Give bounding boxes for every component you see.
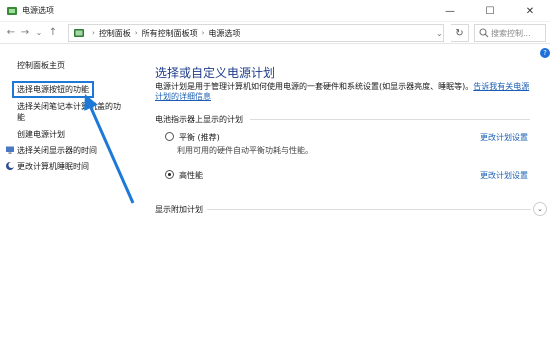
section-label-battery-plans: 电池指示器上显示的计划 <box>155 115 243 124</box>
sidebar-item-sleep-time[interactable]: 更改计算机睡眠时间 <box>5 161 89 172</box>
search-placeholder: 搜索控制... <box>491 28 531 38</box>
plan-balanced[interactable]: 平衡 (推荐) 利用可用的硬件自动平衡功耗与性能。 <box>165 132 313 155</box>
main-content: 选择或自定义电源计划 电源计划是用于管理计算机如何使用电源的一套硬件和系统设置(… <box>155 44 550 349</box>
sidebar-item-power-button-function[interactable]: 选择电源按钮的功能 <box>12 81 94 98</box>
plan-description: 利用可用的硬件自动平衡功耗与性能。 <box>177 146 313 155</box>
breadcrumb-separator: › <box>201 29 205 37</box>
recent-locations-button[interactable]: ⌄ <box>32 24 46 42</box>
expand-additional-plans-button[interactable]: ⌄ <box>533 202 547 216</box>
section-divider <box>250 119 530 120</box>
minimize-button[interactable]: — <box>430 0 470 22</box>
sidebar-item-lid-close-function-cont[interactable]: 能 <box>17 112 25 123</box>
power-options-app-icon <box>7 6 17 15</box>
control-panel-icon <box>74 29 84 37</box>
breadcrumb-power-options[interactable]: 电源选项 <box>208 28 240 39</box>
show-additional-plans-label[interactable]: 显示附加计划 <box>155 204 203 215</box>
address-bar-row: ← → ⌄ ↑ › 控制面板 › 所有控制面板项 › 电源选项 ⌄ ↻ 搜索控制… <box>0 22 550 44</box>
sidebar-item-lid-close-function[interactable]: 选择关闭笔记本计算机盖的功 <box>17 101 121 112</box>
forward-button[interactable]: → <box>18 24 32 42</box>
sidebar-item-display-off-time[interactable]: 选择关闭显示器的时间 <box>5 145 97 156</box>
up-button[interactable]: ↑ <box>46 24 60 42</box>
address-dropdown-icon[interactable]: ⌄ <box>436 24 446 42</box>
breadcrumb-control-panel[interactable]: 控制面板 <box>99 28 131 39</box>
breadcrumb-separator: › <box>92 29 95 37</box>
title-bar: 电源选项 — ☐ ✕ <box>0 0 550 22</box>
plan-name: 高性能 <box>179 171 203 180</box>
sidebar-item-control-panel-home[interactable]: 控制面板主页 <box>17 60 65 71</box>
sleep-moon-icon <box>6 162 15 170</box>
address-bar[interactable]: › 控制面板 › 所有控制面板项 › 电源选项 <box>68 24 444 42</box>
description-text: 电源计划是用于管理计算机如何使用电源的一套硬件和系统设置(如显示器亮度、睡眠等)… <box>155 82 474 91</box>
page-title: 选择或自定义电源计划 <box>155 66 276 80</box>
page-description: 电源计划是用于管理计算机如何使用电源的一套硬件和系统设置(如显示器亮度、睡眠等)… <box>155 82 535 102</box>
search-icon <box>479 28 489 38</box>
plan-name: 平衡 (推荐) <box>179 133 220 142</box>
sidebar: 控制面板主页 选择电源按钮的功能 选择关闭笔记本计算机盖的功 能 创建电源计划 … <box>0 44 140 349</box>
sidebar-item-label: 选择关闭显示器的时间 <box>17 146 97 155</box>
plan-balanced-radio[interactable] <box>165 132 174 141</box>
plan-high-performance-radio[interactable] <box>165 170 174 179</box>
close-button[interactable]: ✕ <box>510 0 550 22</box>
section-divider <box>207 209 531 210</box>
sidebar-item-label: 更改计算机睡眠时间 <box>17 162 89 171</box>
window-controls: — ☐ ✕ <box>430 0 550 22</box>
change-plan-settings-link-high-performance[interactable]: 更改计划设置 <box>480 170 528 181</box>
search-input[interactable]: 搜索控制... <box>474 24 546 42</box>
display-icon <box>6 146 14 154</box>
breadcrumb-all-items[interactable]: 所有控制面板项 <box>142 28 198 39</box>
change-plan-settings-link-balanced[interactable]: 更改计划设置 <box>480 132 528 143</box>
sidebar-item-create-power-plan[interactable]: 创建电源计划 <box>17 129 65 140</box>
back-button[interactable]: ← <box>4 24 18 42</box>
plan-high-performance[interactable]: 高性能 <box>165 170 203 181</box>
maximize-button[interactable]: ☐ <box>470 0 510 22</box>
breadcrumb-separator: › <box>134 29 138 37</box>
refresh-button[interactable]: ↻ <box>451 24 469 42</box>
window-title: 电源选项 <box>22 6 54 15</box>
